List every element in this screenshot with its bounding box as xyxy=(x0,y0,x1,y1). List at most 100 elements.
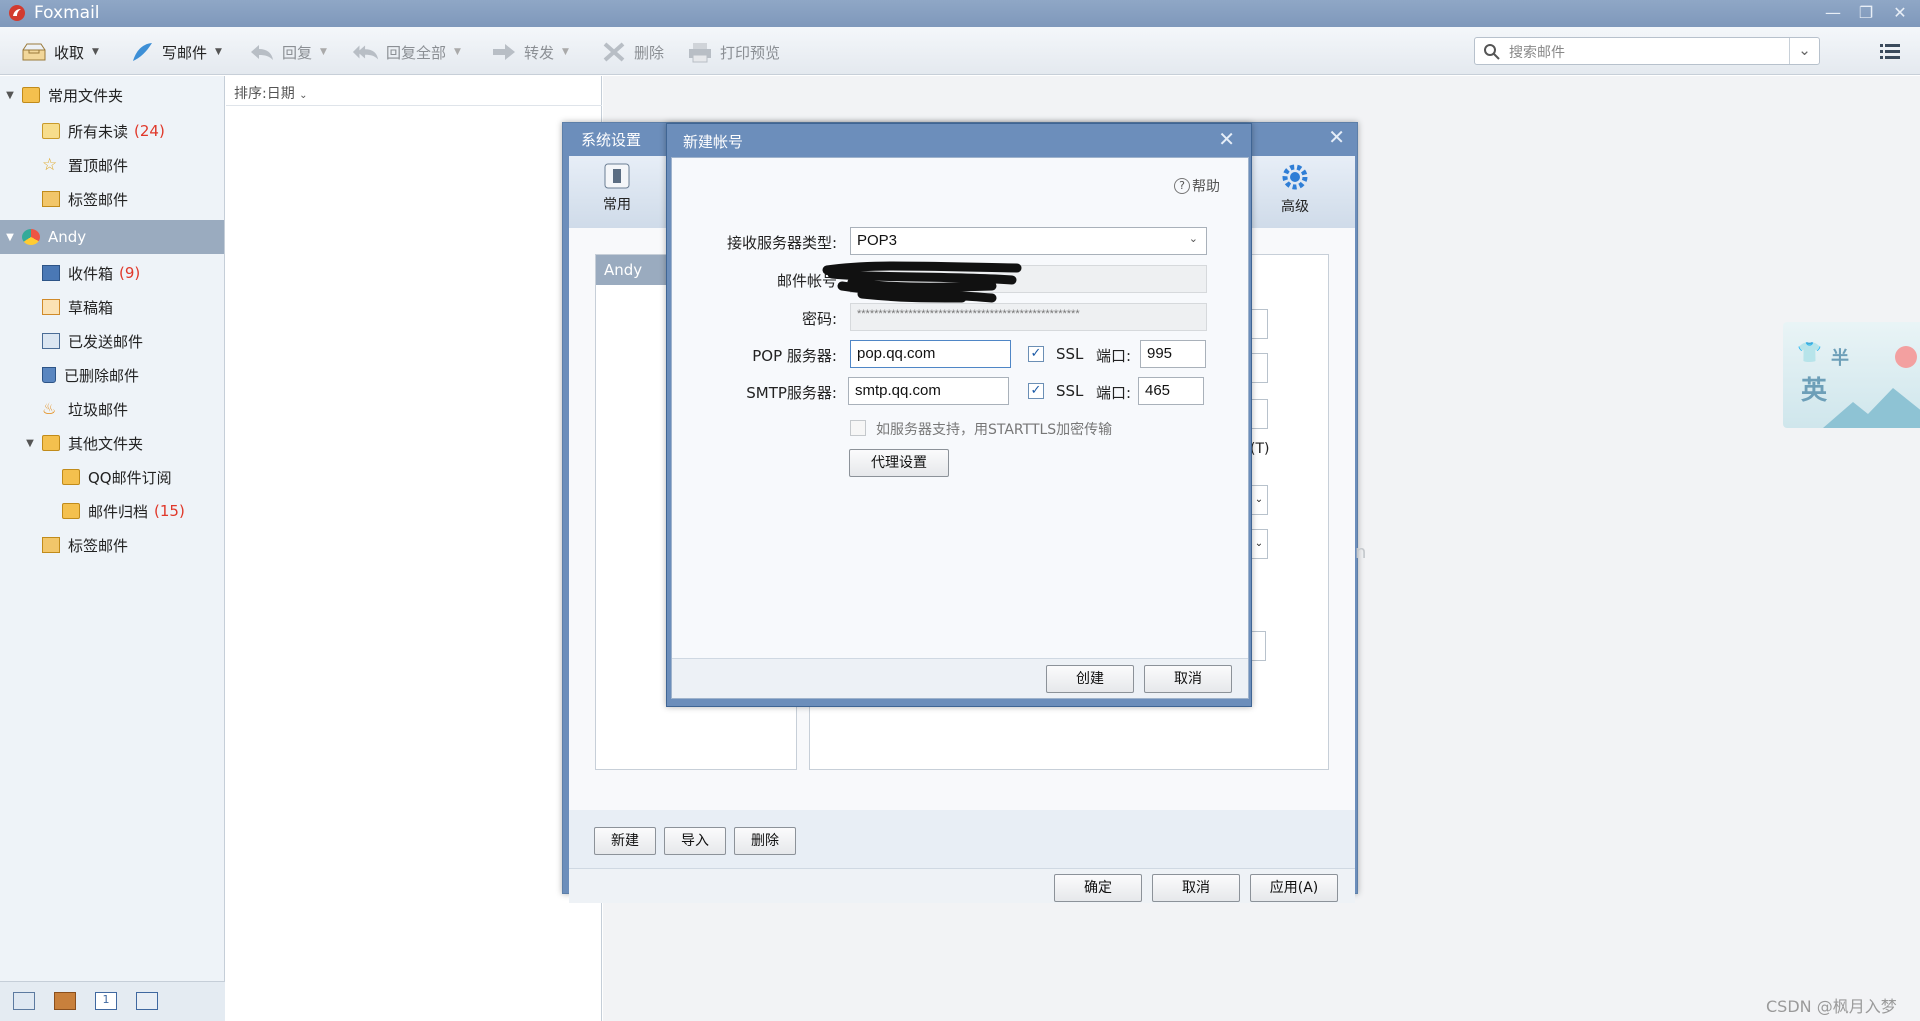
delete-account-button[interactable]: 删除 xyxy=(734,827,796,855)
create-button[interactable]: 创建 xyxy=(1046,665,1134,693)
new-account-body: ? 帮助 接收服务器类型: POP3 ⌄ 邮件帐号 密码: **********… xyxy=(671,157,1249,699)
apply-button[interactable]: 应用(A) xyxy=(1250,874,1338,902)
sidebar-item-inbox[interactable]: 收件箱 (9) xyxy=(0,256,224,290)
close-icon[interactable]: ✕ xyxy=(1328,125,1345,149)
minimize-icon[interactable]: — xyxy=(1819,2,1847,24)
redaction-scribble xyxy=(822,261,1022,303)
search-dropdown-icon[interactable]: ⌄ xyxy=(1789,38,1819,64)
expand-triangle-icon[interactable]: ▼ xyxy=(24,438,36,449)
ok-button[interactable]: 确定 xyxy=(1054,874,1142,902)
forward-button[interactable]: 转发 ▼ xyxy=(490,39,569,65)
reply-button[interactable]: 回复 ▼ xyxy=(248,39,327,65)
contacts-icon[interactable] xyxy=(54,992,76,1010)
sidebar-item-qq-subscribe[interactable]: QQ邮件订阅 xyxy=(0,460,224,494)
sidebar-item-junk[interactable]: ♨ 垃圾邮件 xyxy=(0,392,224,426)
mail-list-pane: 排序:日期 ⌄ xyxy=(226,76,602,1021)
password-field[interactable]: ****************************************… xyxy=(850,303,1207,331)
folder-icon xyxy=(62,469,80,485)
server-type-label: 接收服务器类型: xyxy=(726,234,837,252)
pop-ssl-checkbox[interactable]: ✓ xyxy=(1028,346,1044,362)
folder-icon xyxy=(22,87,40,103)
watermark-text: CSDN @枫月入梦 xyxy=(1766,997,1897,1016)
cancel-button[interactable]: 取消 xyxy=(1144,665,1232,693)
bookmark-icon xyxy=(42,537,60,553)
expand-triangle-icon[interactable]: ▼ xyxy=(4,90,16,101)
sort-selector[interactable]: 排序:日期 ⌄ xyxy=(226,76,602,106)
floating-widget[interactable]: 👕 半 英 xyxy=(1783,322,1920,428)
new-account-footer: 创建 取消 xyxy=(672,658,1248,698)
smtp-port-input[interactable]: 465 xyxy=(1138,377,1204,405)
search-icon xyxy=(1484,44,1500,60)
restore-icon[interactable]: ❐ xyxy=(1852,2,1880,24)
expand-triangle-icon[interactable]: ▼ xyxy=(4,232,16,243)
close-icon[interactable]: ✕ xyxy=(1218,127,1235,151)
drafts-icon xyxy=(42,299,60,315)
dialog-title: 新建帐号 xyxy=(683,133,744,151)
help-link[interactable]: ? 帮助 xyxy=(1174,176,1220,196)
calendar-icon[interactable]: 1 xyxy=(95,992,117,1010)
sidebar-item-deleted[interactable]: 已删除邮件 xyxy=(0,358,224,392)
app-title: Foxmail xyxy=(34,3,100,23)
account-icon xyxy=(22,229,40,245)
chevron-down-icon[interactable]: ▼ xyxy=(215,47,222,57)
dialog-title: 系统设置 xyxy=(581,131,642,149)
new-account-dialog: 新建帐号 ✕ ? 帮助 接收服务器类型: POP3 ⌄ 邮件帐号 密码: ***… xyxy=(666,123,1252,707)
unread-count: (24) xyxy=(134,122,165,140)
title-bar: Foxmail — ❐ ✕ xyxy=(0,0,1920,27)
delete-x-icon xyxy=(600,40,628,64)
import-button[interactable]: 导入 xyxy=(664,827,726,855)
sidebar-item-all-unread[interactable]: 所有未读 (24) xyxy=(0,114,224,148)
smtp-server-label: SMTP服务器: xyxy=(746,384,837,402)
pop-server-label: POP 服务器: xyxy=(752,347,837,365)
widget-shirt-icon: 👕 xyxy=(1797,340,1822,364)
tab-advanced[interactable]: 高级 xyxy=(1269,162,1321,222)
password-label: 密码: xyxy=(801,310,837,328)
mail-view-icon[interactable] xyxy=(13,992,35,1010)
starttls-checkbox[interactable] xyxy=(850,420,866,436)
sidebar-item-pinned[interactable]: ☆ 置顶邮件 xyxy=(0,148,224,182)
sidebar-item-drafts[interactable]: 草稿箱 xyxy=(0,290,224,324)
trash-bin-icon xyxy=(42,367,56,383)
search-input[interactable]: 搜索邮件 xyxy=(1509,42,1565,62)
reply-arrow-icon xyxy=(248,40,276,64)
chevron-down-icon[interactable]: ▼ xyxy=(92,47,99,57)
smtp-server-input[interactable]: smtp.qq.com xyxy=(848,377,1009,405)
delete-button[interactable]: 删除 xyxy=(600,39,664,65)
server-type-select[interactable]: POP3 ⌄ xyxy=(850,227,1207,255)
sidebar-item-tagged-2[interactable]: 标签邮件 xyxy=(0,528,224,562)
reply-all-button[interactable]: 回复全部 ▼ xyxy=(352,39,461,65)
tab-common[interactable]: 常用 xyxy=(591,162,643,222)
sidebar-item-common-folder[interactable]: ▼ 常用文件夹 xyxy=(0,78,224,112)
email-account-label: 邮件帐号 xyxy=(776,272,837,290)
smtp-ssl-checkbox[interactable]: ✓ xyxy=(1028,383,1044,399)
search-box[interactable]: 搜索邮件 ⌄ xyxy=(1474,37,1820,65)
reply-all-arrow-icon xyxy=(352,40,380,64)
close-icon[interactable]: ✕ xyxy=(1886,2,1914,24)
menu-list-icon[interactable] xyxy=(1878,40,1902,62)
sidebar-item-tagged[interactable]: 标签邮件 xyxy=(0,182,224,216)
sidebar-bottom-bar: 1 xyxy=(0,981,225,1021)
folder-icon xyxy=(42,435,60,451)
notes-icon[interactable] xyxy=(136,992,158,1010)
receive-button[interactable]: 收取 ▼ xyxy=(20,39,99,65)
proxy-settings-button[interactable]: 代理设置 xyxy=(849,449,949,477)
compose-button[interactable]: 写邮件 ▼ xyxy=(128,39,222,65)
folder-icon xyxy=(62,503,80,519)
new-account-button[interactable]: 新建 xyxy=(594,827,656,855)
fire-icon: ♨ xyxy=(42,399,57,418)
pop-port-input[interactable]: 995 xyxy=(1140,340,1206,368)
pop-server-input[interactable]: pop.qq.com xyxy=(850,340,1011,368)
bookmark-icon xyxy=(42,191,60,207)
sidebar-item-sent[interactable]: 已发送邮件 xyxy=(0,324,224,358)
sidebar-item-other-folders[interactable]: ▼ 其他文件夹 xyxy=(0,426,224,460)
starttls-label: 如服务器支持，用STARTTLS加密传输 xyxy=(876,422,1113,438)
forward-arrow-icon xyxy=(490,40,518,64)
mountain-icon xyxy=(1823,388,1920,428)
sun-icon xyxy=(1895,346,1917,368)
print-preview-button[interactable]: 打印预览 xyxy=(686,39,780,65)
sidebar-item-account-andy[interactable]: ▼ Andy xyxy=(0,220,224,254)
chevron-down-icon: ⌄ xyxy=(1188,233,1198,245)
inbox-tray-icon xyxy=(20,40,48,64)
cancel-button[interactable]: 取消 xyxy=(1152,874,1240,902)
sidebar-item-archive[interactable]: 邮件归档 (15) xyxy=(0,494,224,528)
